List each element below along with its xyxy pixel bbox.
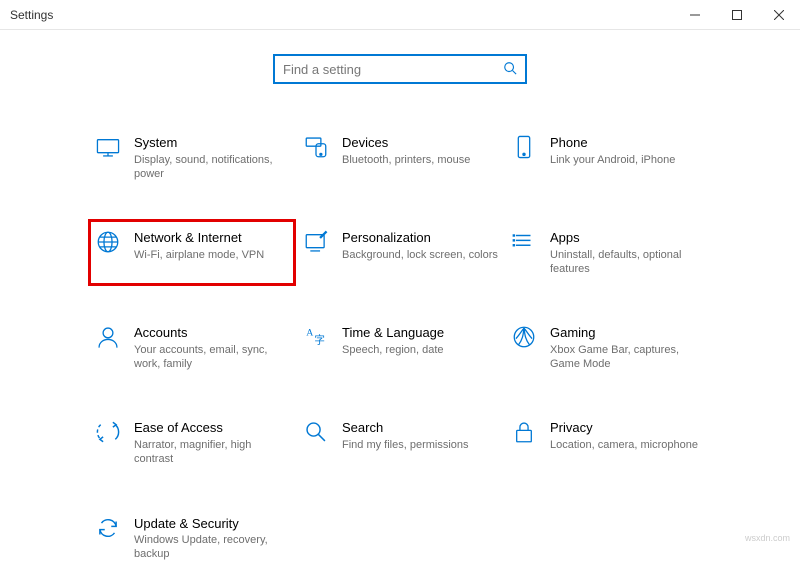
tile-personalization[interactable]: Personalization Background, lock screen,… [300,225,500,280]
tile-time-language[interactable]: A字 Time & Language Speech, region, date [300,320,500,375]
tile-title: Ease of Access [134,419,290,437]
tile-update-security[interactable]: Update & Security Windows Update, recove… [92,511,292,566]
tile-apps[interactable]: Apps Uninstall, defaults, optional featu… [508,225,708,280]
minimize-button[interactable] [674,0,716,29]
titlebar: Settings [0,0,800,30]
apps-icon [510,229,538,257]
svg-text:A: A [306,328,313,339]
privacy-icon [510,419,538,447]
system-icon [94,134,122,162]
time-language-icon: A字 [302,324,330,352]
globe-icon [94,229,122,257]
tile-desc: Xbox Game Bar, captures, Game Mode [550,343,706,372]
window-title: Settings [10,8,53,22]
personalization-icon [302,229,330,257]
tile-desc: Link your Android, iPhone [550,153,706,167]
search-container [0,54,800,84]
tile-title: Accounts [134,324,290,342]
close-button[interactable] [758,0,800,29]
tile-title: Time & Language [342,324,498,342]
tile-title: Devices [342,134,498,152]
ease-of-access-icon [94,419,122,447]
tile-search[interactable]: Search Find my files, permissions [300,415,500,470]
tile-accounts[interactable]: Accounts Your accounts, email, sync, wor… [92,320,292,375]
search-tile-icon [302,419,330,447]
tile-title: Network & Internet [134,229,290,247]
tile-title: Search [342,419,498,437]
tile-desc: Display, sound, notifications, power [134,153,290,182]
content-area: System Display, sound, notifications, po… [0,30,800,566]
tile-desc: Wi-Fi, airplane mode, VPN [134,248,290,262]
tile-title: Apps [550,229,706,247]
accounts-icon [94,324,122,352]
phone-icon [510,134,538,162]
tile-desc: Windows Update, recovery, backup [134,533,290,562]
gaming-icon [510,324,538,352]
tile-network[interactable]: Network & Internet Wi-Fi, airplane mode,… [90,221,294,284]
tile-title: Privacy [550,419,706,437]
window-controls [674,0,800,29]
tile-ease-of-access[interactable]: Ease of Access Narrator, magnifier, high… [92,415,292,470]
tile-phone[interactable]: Phone Link your Android, iPhone [508,130,708,185]
devices-icon [302,134,330,162]
tile-title: Update & Security [134,515,290,533]
tile-desc: Narrator, magnifier, high contrast [134,438,290,467]
tile-title: Personalization [342,229,498,247]
tile-desc: Your accounts, email, sync, work, family [134,343,290,372]
svg-text:字: 字 [314,334,325,347]
tile-system[interactable]: System Display, sound, notifications, po… [92,130,292,185]
tile-gaming[interactable]: Gaming Xbox Game Bar, captures, Game Mod… [508,320,708,375]
maximize-button[interactable] [716,0,758,29]
tile-desc: Speech, region, date [342,343,498,357]
tile-desc: Uninstall, defaults, optional features [550,248,706,277]
update-icon [94,515,122,543]
search-box[interactable] [273,54,527,84]
tile-desc: Bluetooth, printers, mouse [342,153,498,167]
tile-title: Gaming [550,324,706,342]
settings-grid: System Display, sound, notifications, po… [80,130,720,566]
tile-privacy[interactable]: Privacy Location, camera, microphone [508,415,708,470]
tile-title: System [134,134,290,152]
tile-desc: Location, camera, microphone [550,438,706,452]
search-input[interactable] [283,62,503,77]
watermark: wsxdn.com [745,533,790,543]
tile-desc: Find my files, permissions [342,438,498,452]
tile-title: Phone [550,134,706,152]
search-icon [503,61,517,78]
tile-desc: Background, lock screen, colors [342,248,498,262]
tile-devices[interactable]: Devices Bluetooth, printers, mouse [300,130,500,185]
